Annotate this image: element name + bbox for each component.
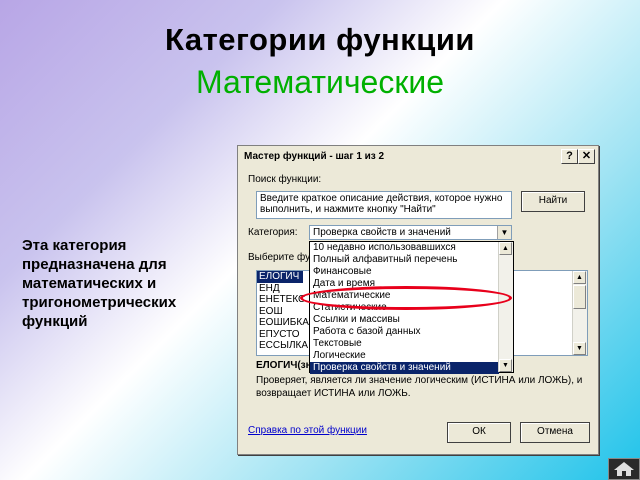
scroll-up-icon[interactable]: ▲ [499,242,512,255]
function-description: Проверяет, является ли значение логическ… [256,375,583,399]
help-button[interactable]: ? [561,149,578,164]
dropdown-option[interactable]: Логические [310,350,513,362]
category-value: Проверка свойств и значений [313,227,451,238]
dropdown-option[interactable]: Полный алфавитный перечень [310,254,513,266]
select-function-label: Выберите фу [248,252,311,263]
help-link[interactable]: Справка по этой функции [248,425,367,436]
dropdown-option[interactable]: Текстовые [310,338,513,350]
dropdown-option[interactable]: Проверка свойств и значений [310,362,499,374]
scroll-up-icon[interactable]: ▲ [573,271,586,284]
chevron-down-icon[interactable]: ▼ [497,226,511,239]
dialog-title: Мастер функций - шаг 1 из 2 [244,151,385,162]
function-signature: ЕЛОГИЧ(зн [256,360,312,371]
list-item[interactable]: ЕЛОГИЧ [257,271,303,283]
cancel-button[interactable]: Отмена [520,422,590,443]
slide-title: Категории функции [165,22,475,57]
dropdown-scrollbar[interactable]: ▲ ▼ [498,242,513,372]
dropdown-option[interactable]: 10 недавно использовавшихся [310,242,513,254]
scroll-down-icon[interactable]: ▼ [499,359,512,372]
search-label: Поиск функции: [248,174,322,185]
search-input[interactable]: Введите краткое описание действия, котор… [256,191,512,219]
close-button[interactable]: ✕ [578,149,595,164]
dropdown-option[interactable]: Финансовые [310,266,513,278]
dropdown-option[interactable]: Ссылки и массивы [310,314,513,326]
category-select[interactable]: Проверка свойств и значений ▼ [309,225,512,240]
dialog-titlebar: Мастер функций - шаг 1 из 2 ? ✕ [240,148,595,166]
category-label: Категория: [248,227,298,238]
side-description: Эта категория предназначена для математи… [22,237,177,330]
home-house-icon[interactable] [608,458,640,480]
highlight-ellipse [300,286,512,310]
function-list-scrollbar[interactable]: ▲ ▼ [572,271,587,355]
slide-subtitle: Математические [196,64,444,100]
dropdown-option[interactable]: Работа с базой данных [310,326,513,338]
scroll-down-icon[interactable]: ▼ [573,342,586,355]
ok-button[interactable]: ОК [447,422,511,443]
scroll-thumb[interactable] [573,285,586,309]
find-button[interactable]: Найти [521,191,585,212]
